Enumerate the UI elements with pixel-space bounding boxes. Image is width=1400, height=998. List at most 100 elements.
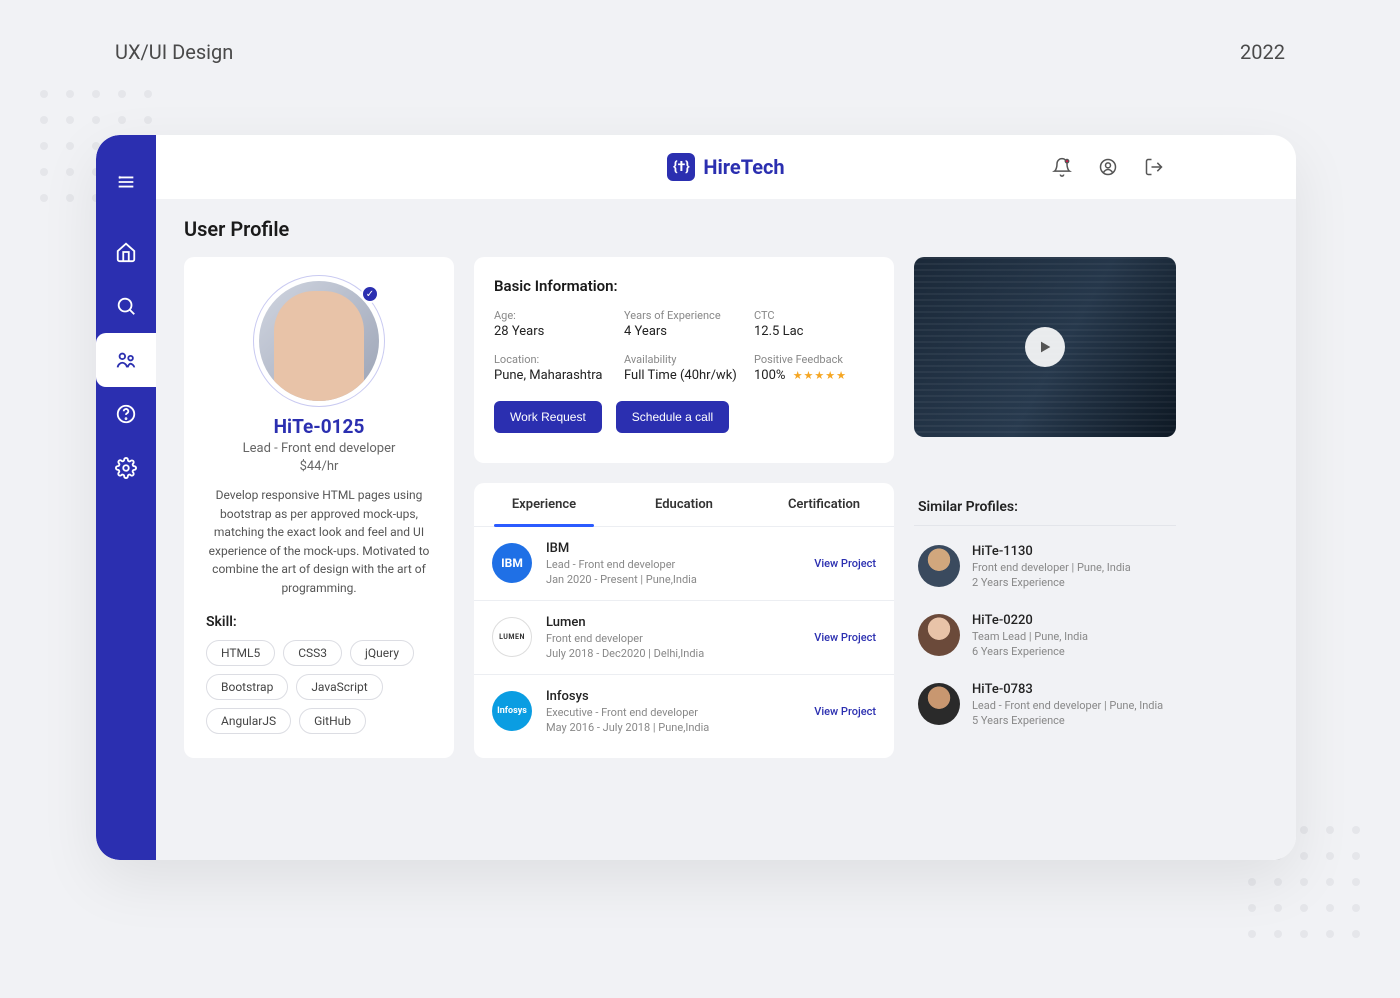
gear-icon [115,457,137,479]
similar-avatar [918,683,960,725]
info-cell-yoe: Years of Experience 4 Years [624,309,744,339]
info-label: Availability [624,353,744,366]
tab-education[interactable]: Education [614,483,754,526]
logout-icon[interactable] [1144,157,1164,177]
company-logo-lumen: LUMEN [492,617,532,657]
experience-info: Lumen Front end developer July 2018 - De… [546,615,800,660]
info-value: 28 Years [494,324,614,339]
similar-meta: Team Lead | Pune, India [972,630,1172,643]
page-label-right: 2022 [1240,40,1285,64]
similar-experience: 6 Years Experience [972,645,1172,658]
content-grid: ✓ HiTe-0125 Lead - Front end developer $… [184,257,1268,758]
company-logo-infosys: Infosys [492,691,532,731]
tab-experience[interactable]: Experience [474,483,614,526]
sidebar-item-help[interactable] [96,387,156,441]
similar-profile-row[interactable]: HiTe-0783 Lead - Front end developer | P… [914,670,1176,739]
content: User Profile ✓ HiTe-0125 Lead - Front en… [156,199,1296,860]
info-cell-feedback: Positive Feedback 100% ★★★★★ [754,353,874,383]
brand-name: HireTech [703,155,784,179]
topbar: {†} HireTech [156,135,1296,199]
schedule-call-button[interactable]: Schedule a call [616,401,729,433]
sidebar-item-settings[interactable] [96,441,156,495]
experience-card: Experience Education Certification IBM I… [474,483,894,758]
experience-row: Infosys Infosys Executive - Front end de… [474,675,894,748]
basic-info-card: Basic Information: Age: 28 Years Years o… [474,257,894,463]
info-cell-availability: Availability Full Time (40hr/wk) [624,353,744,383]
user-icon[interactable] [1098,157,1118,177]
similar-id: HiTe-1130 [972,544,1172,559]
users-icon [115,349,137,371]
view-project-link[interactable]: View Project [814,705,876,718]
avatar-person [274,291,364,401]
avatar-wrap: ✓ [259,281,379,401]
similar-profiles-title: Similar Profiles: [914,499,1176,526]
page-title: User Profile [184,217,1268,241]
similar-info: HiTe-0220 Team Lead | Pune, India 6 Year… [972,613,1172,658]
basic-info-grid: Age: 28 Years Years of Experience 4 Year… [494,309,874,383]
profile-description: Develop responsive HTML pages using boot… [206,486,432,598]
info-label: CTC [754,309,874,322]
experience-role: Executive - Front end developer [546,706,800,719]
info-label: Positive Feedback [754,353,874,366]
skill-chip: HTML5 [206,640,275,666]
similar-meta: Front end developer | Pune, India [972,561,1172,574]
profile-rate: $44/hr [206,459,432,474]
profile-card: ✓ HiTe-0125 Lead - Front end developer $… [184,257,454,758]
verified-badge-icon: ✓ [361,285,379,303]
info-label: Years of Experience [624,309,744,322]
home-icon [115,241,137,263]
similar-experience: 2 Years Experience [972,576,1172,589]
experience-row: IBM IBM Lead - Front end developer Jan 2… [474,527,894,601]
work-request-button[interactable]: Work Request [494,401,602,433]
sidebar-item-search[interactable] [96,279,156,333]
skill-chip: JavaScript [296,674,382,700]
intro-video-card [914,257,1176,437]
experience-info: Infosys Executive - Front end developer … [546,689,800,734]
similar-profiles-list: HiTe-1130 Front end developer | Pune, In… [914,526,1176,739]
info-label: Location: [494,353,614,366]
similar-info: HiTe-1130 Front end developer | Pune, In… [972,544,1172,589]
similar-id: HiTe-0220 [972,613,1172,628]
similar-experience: 5 Years Experience [972,714,1172,727]
info-label: Age: [494,309,614,322]
star-rating-icon: ★★★★★ [793,369,847,382]
avatar [259,281,379,401]
view-project-link[interactable]: View Project [814,631,876,644]
skill-chip: Bootstrap [206,674,288,700]
experience-period: Jan 2020 - Present | Pune,India [546,573,800,586]
main-area: {†} HireTech User Profile [156,135,1296,860]
skill-chip: jQuery [350,640,414,666]
skill-chip: CSS3 [283,640,342,666]
sidebar-item-menu[interactable] [96,155,156,209]
feedback-percent: 100% [754,368,785,383]
sidebar [96,135,156,860]
tab-certification[interactable]: Certification [754,483,894,526]
bell-icon[interactable] [1052,157,1072,177]
similar-profile-row[interactable]: HiTe-1130 Front end developer | Pune, In… [914,532,1176,601]
basic-info-title: Basic Information: [494,277,874,295]
skill-chip: GitHub [299,708,366,734]
experience-period: July 2018 - Dec2020 | Delhi,India [546,647,800,660]
view-project-link[interactable]: View Project [814,557,876,570]
play-button[interactable] [1025,327,1065,367]
info-value: Full Time (40hr/wk) [624,368,744,383]
experience-company: Infosys [546,689,800,704]
play-icon [1037,339,1053,355]
skill-chip: AngularJS [206,708,291,734]
similar-info: HiTe-0783 Lead - Front end developer | P… [972,682,1172,727]
experience-company: Lumen [546,615,800,630]
profile-role: Lead - Front end developer [206,441,432,456]
info-value: 100% ★★★★★ [754,368,874,383]
profile-id: HiTe-0125 [206,415,432,438]
info-cell-ctc: CTC 12.5 Lac [754,309,874,339]
similar-avatar [918,614,960,656]
experience-company: IBM [546,541,800,556]
experience-list: IBM IBM Lead - Front end developer Jan 2… [474,527,894,748]
similar-profiles-card: Similar Profiles: HiTe-1130 Front end de… [914,483,1176,758]
experience-row: LUMEN Lumen Front end developer July 201… [474,601,894,675]
experience-role: Lead - Front end developer [546,558,800,571]
sidebar-item-home[interactable] [96,225,156,279]
similar-profile-row[interactable]: HiTe-0220 Team Lead | Pune, India 6 Year… [914,601,1176,670]
similar-meta: Lead - Front end developer | Pune, India [972,699,1172,712]
sidebar-item-users[interactable] [96,333,156,387]
